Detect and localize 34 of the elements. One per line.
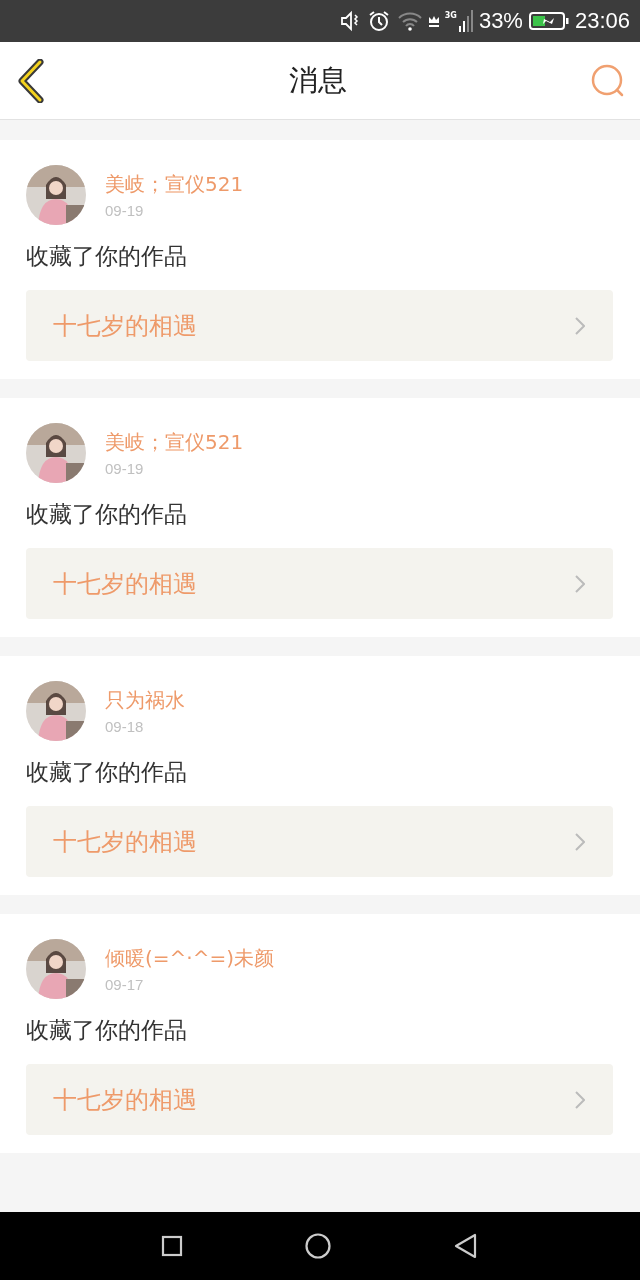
work-link[interactable]: 十七岁的相遇 <box>26 290 613 361</box>
message-date: 09-19 <box>105 460 145 477</box>
back-chevron-icon <box>16 58 46 103</box>
chevron-right-icon <box>575 1090 585 1109</box>
page-title: 消息 <box>289 61 347 99</box>
vibrate-icon <box>338 10 361 32</box>
user-name[interactable]: 只为祸水 <box>105 687 185 714</box>
message-text: 收藏了你的作品 <box>26 500 188 529</box>
user-name[interactable]: 倾暖(=^·^=)未颜 <box>105 945 274 972</box>
wifi-icon <box>396 11 423 31</box>
battery-icon <box>528 12 569 30</box>
work-link[interactable]: 十七岁的相遇 <box>26 1064 613 1135</box>
chevron-right-icon <box>575 316 585 335</box>
home-icon[interactable] <box>304 1232 332 1260</box>
search-icon <box>590 62 626 99</box>
message-text: 收藏了你的作品 <box>26 1016 188 1045</box>
signal-icon <box>458 10 473 32</box>
message-text: 收藏了你的作品 <box>26 242 188 271</box>
message-date: 09-19 <box>105 202 145 219</box>
network-label: 3G <box>444 11 457 20</box>
message-text: 收藏了你的作品 <box>26 758 188 787</box>
user-name[interactable]: 美岐；宣仪521 <box>105 171 244 198</box>
crown-icon <box>428 15 439 27</box>
work-link[interactable]: 十七岁的相遇 <box>26 548 613 619</box>
chevron-right-icon <box>575 574 585 593</box>
user-name[interactable]: 美岐；宣仪521 <box>105 429 244 456</box>
work-link[interactable]: 十七岁的相遇 <box>26 806 613 877</box>
clock: 23:06 <box>574 8 630 34</box>
back-button[interactable] <box>16 58 46 103</box>
message-date: 09-17 <box>105 976 145 993</box>
message-date: 09-18 <box>105 718 145 735</box>
chevron-right-icon <box>575 832 585 851</box>
recent-apps-icon[interactable] <box>160 1235 183 1257</box>
battery-percent: 33% <box>478 8 523 34</box>
